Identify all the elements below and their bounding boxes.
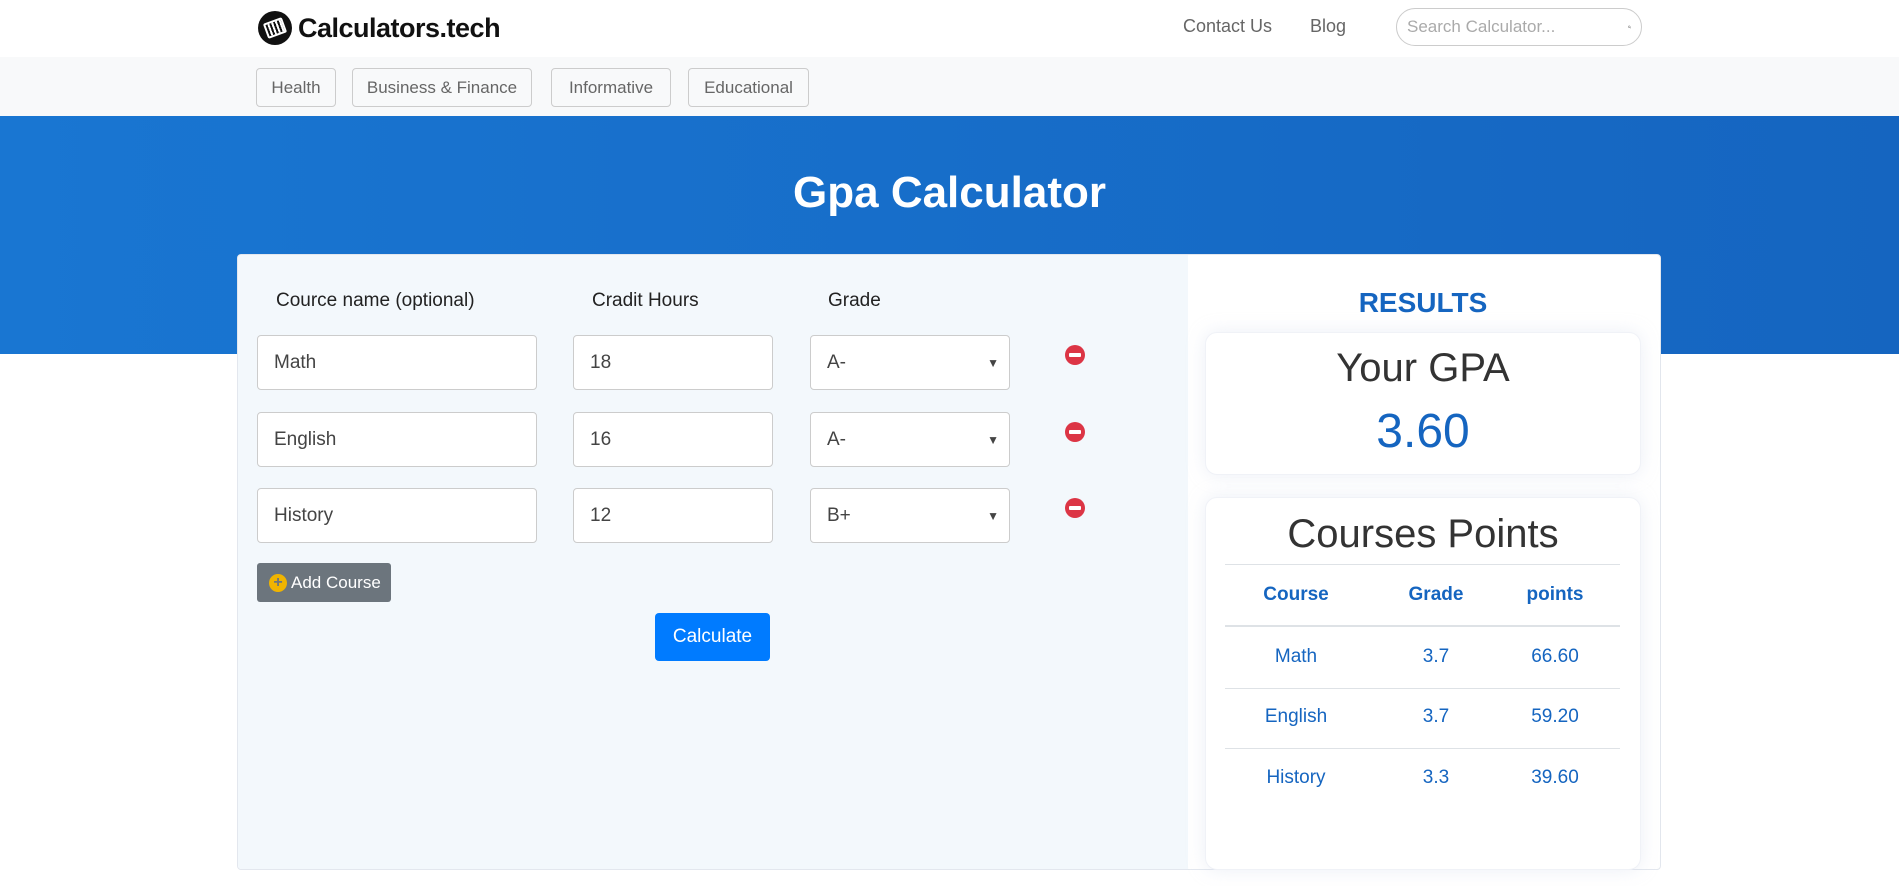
results-heading: RESULTS xyxy=(1358,287,1488,318)
credit-hours-input[interactable]: 18 xyxy=(573,335,773,390)
course-name-input[interactable]: English xyxy=(257,412,537,467)
remove-course-icon[interactable] xyxy=(1065,422,1085,442)
category-informative[interactable]: Informative xyxy=(551,68,671,107)
course-name-input[interactable]: Math xyxy=(257,335,537,390)
add-course-button[interactable]: + Add Course xyxy=(257,563,391,602)
contact-us-link[interactable]: Contact Us xyxy=(1183,16,1272,37)
search-icon[interactable] xyxy=(1628,18,1631,36)
search-input[interactable] xyxy=(1407,17,1628,37)
category-business-finance[interactable]: Business & Finance xyxy=(352,68,532,107)
remove-course-icon[interactable] xyxy=(1065,345,1085,365)
table-cell: 59.20 xyxy=(1531,706,1579,727)
course-name-label: Cource name (optional) xyxy=(276,290,475,311)
gpa-label: Your GPA xyxy=(1336,346,1510,390)
calculator-logo-icon xyxy=(258,11,292,45)
table-cell: History xyxy=(1266,767,1326,788)
course-name-input[interactable]: History xyxy=(257,488,537,543)
table-cell: 66.60 xyxy=(1531,646,1579,667)
grade-label: Grade xyxy=(828,290,881,311)
table-header-border xyxy=(1225,625,1620,627)
credit-hours-input[interactable]: 16 xyxy=(573,412,773,467)
row-divider xyxy=(1225,688,1620,689)
site-logo[interactable]: Calculators.tech xyxy=(258,10,501,46)
category-educational[interactable]: Educational xyxy=(688,68,809,107)
search-box xyxy=(1396,8,1642,46)
grade-select[interactable]: A- ▼ xyxy=(810,412,1010,467)
page-title: Gpa Calculator xyxy=(793,168,1106,217)
caret-down-icon: ▼ xyxy=(987,355,999,370)
table-cell: 39.60 xyxy=(1531,767,1579,788)
grade-select[interactable]: B+ ▼ xyxy=(810,488,1010,543)
plus-circle-icon: + xyxy=(269,573,287,592)
table-header-cell: points xyxy=(1526,584,1584,605)
credit-hours-label: Cradit Hours xyxy=(592,290,699,311)
row-divider xyxy=(1225,748,1620,749)
gpa-value: 3.60 xyxy=(1376,405,1470,458)
table-top-border xyxy=(1225,564,1620,565)
blog-link[interactable]: Blog xyxy=(1310,16,1346,37)
grade-select[interactable]: A- ▼ xyxy=(810,335,1010,390)
course-points-title: Courses Points xyxy=(1287,512,1559,556)
remove-course-icon[interactable] xyxy=(1065,498,1085,518)
table-cell: English xyxy=(1264,706,1328,727)
table-cell: Math xyxy=(1274,646,1318,667)
credit-hours-input[interactable]: 12 xyxy=(573,488,773,543)
category-health[interactable]: Health xyxy=(256,68,336,107)
calculate-button[interactable]: Calculate xyxy=(655,613,770,661)
table-header-cell: Course xyxy=(1263,584,1329,605)
caret-down-icon: ▼ xyxy=(987,508,999,523)
caret-down-icon: ▼ xyxy=(987,432,999,447)
